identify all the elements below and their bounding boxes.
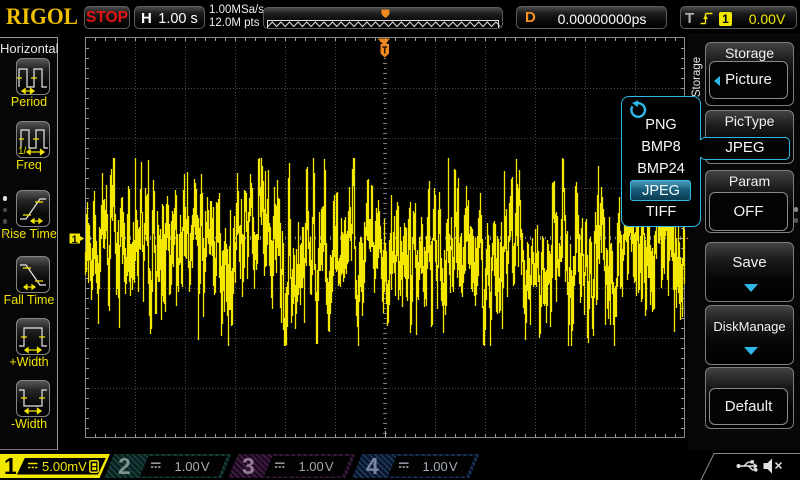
- svg-text:1/: 1/: [18, 146, 27, 157]
- svg-text:1: 1: [71, 234, 77, 246]
